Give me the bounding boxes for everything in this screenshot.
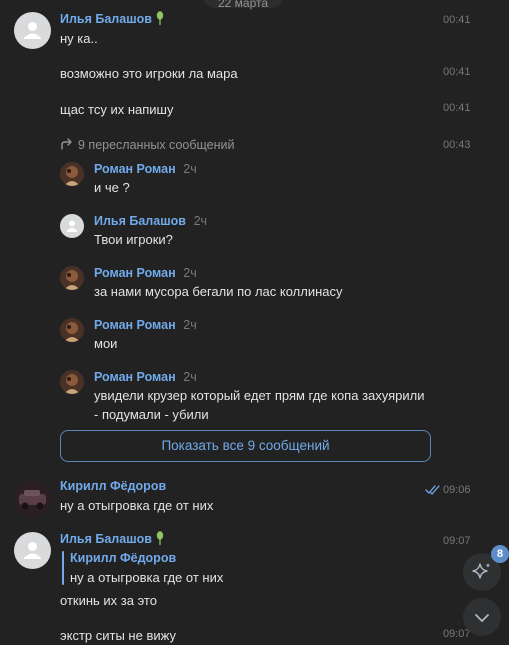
forwarded-message-header: Илья Балашов 2ч	[94, 213, 207, 228]
plant-emoji-icon	[155, 531, 165, 548]
message-time: 00:41	[443, 14, 471, 26]
author-name[interactable]: Кирилл Фёдоров	[60, 479, 166, 493]
scroll-down-button[interactable]	[463, 598, 501, 636]
avatar[interactable]	[14, 532, 51, 569]
message-text: - подумали - убили	[94, 407, 209, 422]
avatar[interactable]	[60, 214, 84, 238]
message-time: 00:41	[443, 102, 471, 114]
forwarded-message-header: Роман Роман 2ч	[94, 161, 197, 176]
show-all-forwarded-button[interactable]: Показать все 9 сообщений	[60, 430, 431, 462]
relative-time: 2ч	[183, 162, 197, 176]
author-name[interactable]: Роман Роман	[94, 266, 176, 280]
avatar[interactable]	[60, 162, 84, 186]
author-name[interactable]: Роман Роман	[94, 318, 176, 332]
author-name[interactable]: Илья Балашов	[60, 11, 165, 28]
forwarded-header[interactable]: 9 пересланных сообщений	[60, 137, 234, 154]
relative-time: 2ч	[183, 370, 197, 384]
message-text: экстр ситы не вижу	[60, 628, 176, 643]
message-time: 00:43	[443, 139, 471, 151]
message-text: Твои игроки?	[94, 232, 173, 247]
date-pill: 22 марта	[204, 0, 282, 10]
forward-arrow-icon	[60, 137, 74, 154]
message-text: ну ка..	[60, 31, 98, 46]
avatar[interactable]	[14, 480, 51, 517]
message-time: 09:06	[443, 484, 471, 496]
forwarded-message-header: Роман Роман 2ч	[94, 369, 197, 384]
user-placeholder-icon	[24, 542, 41, 559]
avatar[interactable]	[14, 12, 51, 49]
avatar[interactable]	[60, 266, 84, 290]
message-time: 09:07	[443, 535, 471, 547]
reply-quote-bar	[62, 551, 64, 585]
author-name[interactable]: Роман Роман	[94, 162, 176, 176]
message-text: ну а отыгровка где от них	[60, 498, 214, 513]
message-text: возможно это игроки ла мара	[60, 66, 238, 81]
user-placeholder-icon	[24, 22, 41, 39]
message-time: 00:41	[443, 66, 471, 78]
forwarded-message-header: Роман Роман 2ч	[94, 265, 197, 280]
chevron-down-icon	[475, 614, 489, 622]
reply-text[interactable]: ну а отыгровка где от них	[70, 570, 223, 585]
avatar[interactable]	[60, 318, 84, 342]
reply-author[interactable]: Кирилл Фёдоров	[70, 551, 176, 565]
read-status-icon	[425, 483, 441, 498]
avatar[interactable]	[60, 370, 84, 394]
relative-time: 2ч	[183, 318, 197, 332]
author-name[interactable]: Роман Роман	[94, 370, 176, 384]
message-text: увидели крузер который едет прям где коп…	[94, 388, 425, 403]
message-text: и че ?	[94, 180, 130, 195]
message-text: откинь их за это	[60, 593, 157, 608]
author-name[interactable]: Илья Балашов	[94, 214, 186, 228]
user-placeholder-icon	[66, 220, 78, 232]
message-text: мои	[94, 336, 118, 351]
relative-time: 2ч	[193, 214, 208, 228]
unread-count-badge: 8	[491, 545, 509, 563]
message-text: за нами мусора бегали по лас коллинасу	[94, 284, 343, 299]
relative-time: 2ч	[183, 266, 197, 280]
plant-emoji-icon	[155, 11, 165, 28]
message-text: щас тсу их напишу	[60, 102, 174, 117]
forwarded-message-header: Роман Роман 2ч	[94, 317, 197, 332]
author-name[interactable]: Илья Балашов	[60, 531, 165, 548]
